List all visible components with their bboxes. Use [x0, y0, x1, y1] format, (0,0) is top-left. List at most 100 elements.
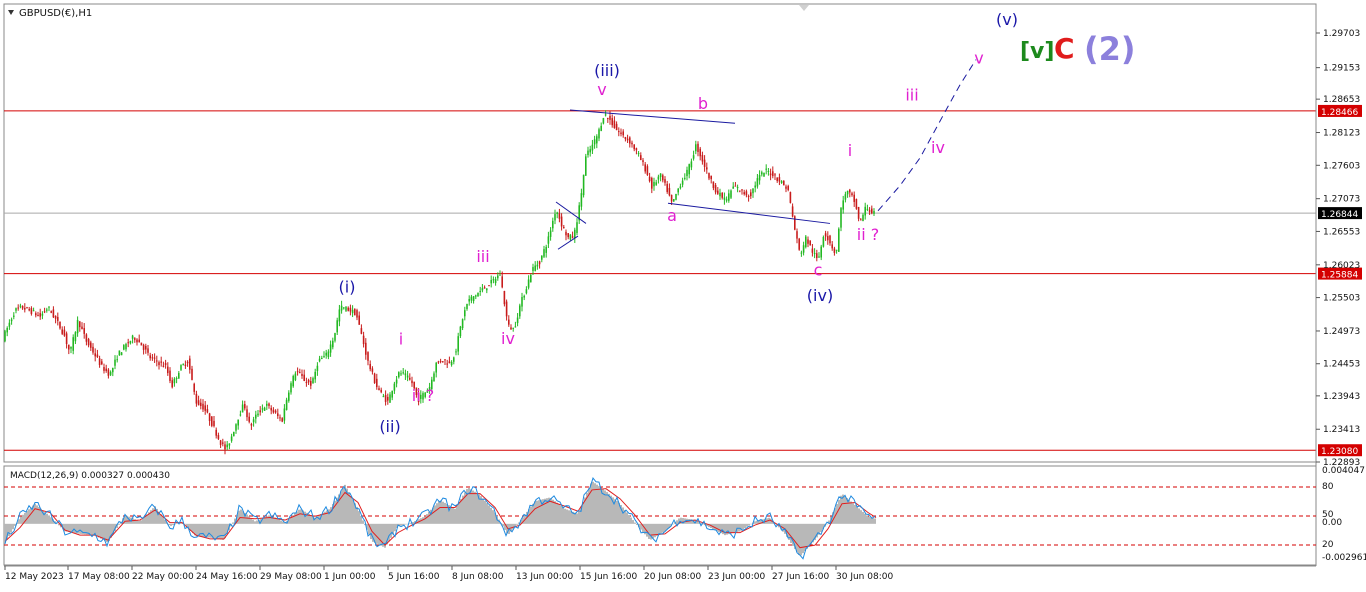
candle-body [250, 424, 253, 426]
macd-histogram-bar [444, 502, 446, 524]
macd-histogram-bar [840, 495, 842, 524]
candle-body [301, 374, 303, 376]
macd-histogram-bar [232, 522, 234, 524]
candle-body [334, 333, 336, 341]
macd-histogram-bar [214, 523, 216, 539]
wave-label: v [597, 80, 606, 99]
candle-body [184, 364, 187, 366]
candle-body [851, 193, 853, 196]
candle-body [200, 402, 202, 407]
candle-body [338, 309, 341, 322]
candle-body [772, 171, 774, 177]
macd-histogram-bar [48, 515, 50, 524]
candle-body [508, 319, 510, 325]
candle-body [303, 374, 305, 381]
candle-body [147, 348, 149, 353]
macd-histogram-bar [854, 504, 856, 524]
candle-body [637, 153, 640, 155]
candle-body [481, 288, 484, 291]
candle-body [591, 144, 594, 151]
candle-body [268, 403, 270, 406]
candle-body [472, 296, 475, 301]
candle-body [261, 408, 264, 410]
candle-body [615, 123, 618, 131]
macd-histogram-bar [30, 507, 32, 524]
macd-histogram-bar [516, 523, 518, 525]
candle-body [356, 310, 358, 318]
candle-body [585, 156, 587, 176]
candle-body [444, 359, 446, 361]
candle-body [202, 403, 204, 410]
candle-body [862, 214, 864, 222]
candle-body [48, 306, 50, 308]
candle-body [10, 319, 13, 322]
candle-body [127, 342, 129, 344]
candle-body [747, 195, 750, 197]
macd-histogram-bar [596, 484, 598, 524]
candle-body [871, 208, 873, 214]
candle-body [635, 148, 638, 151]
candle-body [118, 350, 121, 356]
candle-body [57, 317, 59, 321]
candle-body [145, 345, 147, 350]
candle-body [305, 382, 308, 384]
macd-histogram-bar [460, 498, 462, 524]
price-tick-label: 1.23943 [1323, 392, 1360, 402]
macd-histogram-bar [452, 507, 454, 524]
candle-body [391, 390, 393, 398]
candle-body [367, 352, 369, 361]
candle-body [864, 206, 866, 216]
macd-histogram-bar [576, 513, 578, 524]
wave-degree-label: [v] [1020, 39, 1054, 64]
candle-body [492, 279, 495, 281]
candle-body [224, 444, 226, 450]
macd-histogram-bar [604, 490, 606, 524]
candle-body [679, 186, 682, 189]
macd-histogram-bar [300, 509, 302, 524]
candle-body [175, 377, 178, 379]
candle-body [312, 378, 314, 384]
macd-histogram-bar [196, 523, 198, 537]
time-tick-label: 15 Jun 16:00 [580, 572, 637, 582]
candle-body [8, 322, 11, 327]
macd-histogram-bar [268, 515, 270, 524]
candle-body [736, 187, 739, 189]
macd-histogram-bar [134, 519, 136, 524]
macd-histogram-bar [630, 517, 632, 524]
time-tick-label: 5 Jun 16:00 [388, 572, 440, 582]
candle-body [838, 228, 840, 252]
candle-body [149, 355, 151, 359]
candle-body [497, 275, 499, 279]
macd-histogram-bar [240, 509, 242, 524]
candle-body [556, 212, 558, 214]
price-tick-label: 1.25503 [1323, 294, 1360, 304]
macd-histogram-bar [616, 501, 618, 524]
macd-histogram-bar [102, 523, 104, 540]
candle-body [208, 413, 211, 421]
candle-body [347, 307, 349, 311]
candle-body [697, 143, 699, 152]
candle-body [519, 305, 521, 317]
candle-body [490, 279, 492, 284]
candle-body [180, 365, 182, 370]
candle-body [541, 255, 543, 260]
candle-body [65, 333, 68, 344]
candle-body [378, 388, 380, 391]
chart-window: (i) (ii) (iii) (iv) (v) i ii ? iii iv v a b c i ii ? ii… [0, 0, 1366, 588]
candle-body [565, 231, 567, 236]
candle-body [464, 310, 466, 317]
candle-body [129, 340, 132, 344]
macd-histogram-bar [454, 508, 456, 524]
candle-body [323, 356, 325, 358]
candle-body [206, 409, 209, 413]
wave-label: i [848, 141, 852, 160]
price-tick-label: 1.27603 [1323, 161, 1360, 171]
candle-body [96, 354, 99, 357]
macd-histogram-bar [754, 521, 756, 524]
macd-histogram-bar [800, 523, 802, 556]
candle-body [290, 383, 292, 393]
macd-histogram-bar [844, 496, 846, 524]
chart-canvas[interactable]: (i) (ii) (iii) (iv) (v) i ii ? iii iv v a b c i ii ? ii… [0, 0, 1366, 588]
candle-body [87, 339, 90, 346]
candle-body [613, 120, 616, 129]
